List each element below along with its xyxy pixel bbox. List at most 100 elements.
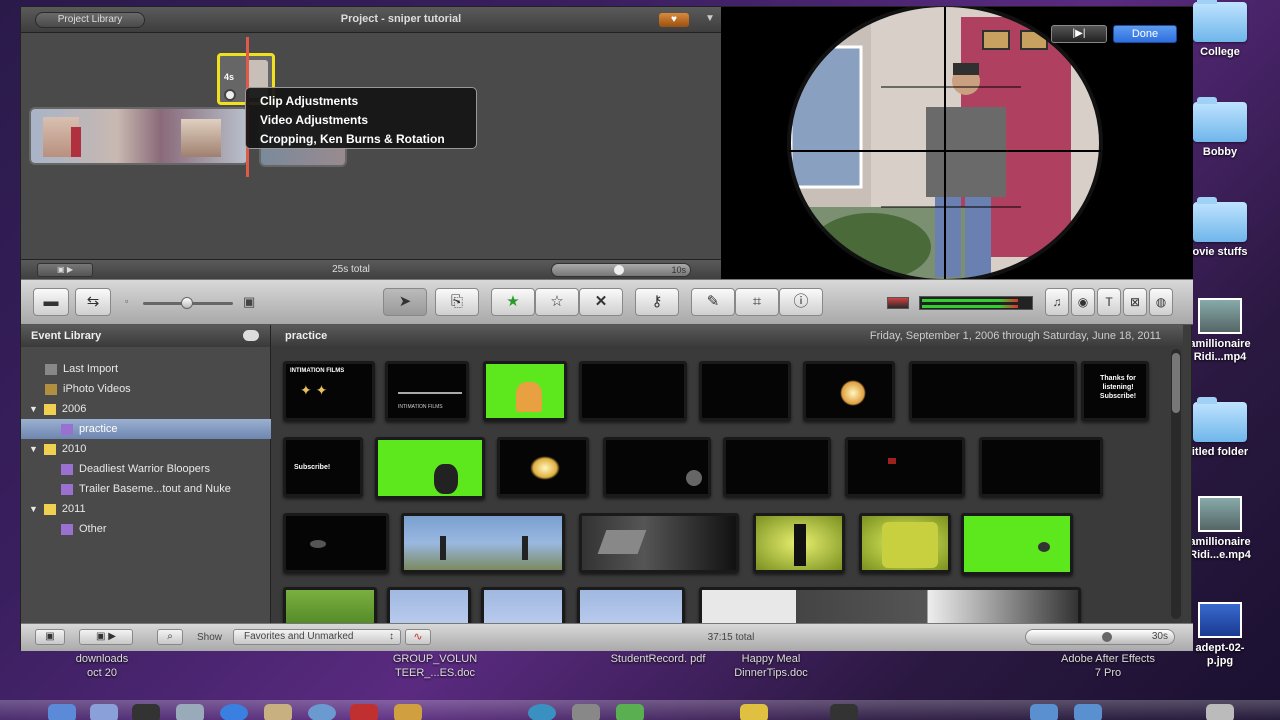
menu-item-video-adjustments[interactable]: Video Adjustments [260, 111, 462, 130]
app-dock-icon[interactable] [830, 704, 858, 720]
event-view-toggle[interactable]: ▣ [35, 629, 65, 645]
event-clip[interactable]: Thanks for listening! Subscribe! [1081, 361, 1149, 421]
clip-action-gear-icon[interactable] [224, 89, 236, 101]
event-clip[interactable]: INTIMATION FILMS ✦ ✦ [283, 361, 375, 421]
reject-button[interactable]: ✕ [579, 288, 623, 316]
app-dock-icon[interactable] [740, 704, 768, 720]
project-zoom-slider[interactable]: 10s [551, 263, 691, 277]
eject-icon[interactable] [243, 330, 259, 341]
trash-dock-icon[interactable] [1206, 704, 1234, 720]
sidebar-item-practice[interactable]: practice [21, 419, 271, 439]
crop-button[interactable]: ⌗ [735, 288, 779, 316]
event-clip[interactable] [283, 587, 377, 623]
app-dock-icon[interactable] [176, 704, 204, 720]
imovie-dock-icon[interactable] [132, 704, 160, 720]
sidebar-item-other[interactable]: Other [21, 519, 271, 539]
app-dock-icon[interactable] [1030, 704, 1058, 720]
disclosure-triangle-icon[interactable]: ▼ [29, 504, 38, 514]
thumbnail-size-slider[interactable]: ▫ ▣ [125, 294, 261, 310]
event-browser-scrollbar[interactable] [1171, 349, 1181, 619]
sidebar-item-last-import[interactable]: Last Import [21, 359, 271, 379]
play-fullscreen-button[interactable]: |▶| [1051, 25, 1107, 43]
mark-favorite-button[interactable]: ★ [491, 288, 535, 316]
app-dock-icon[interactable] [350, 704, 378, 720]
desktop-app-after-effects[interactable]: Adobe After Effects 7 Pro [1060, 652, 1156, 680]
zoom-slider-knob[interactable] [614, 265, 624, 275]
desktop-folder-untitled[interactable]: itled folder [1180, 397, 1260, 458]
event-clip[interactable] [375, 437, 485, 499]
safari-dock-icon[interactable] [220, 704, 248, 720]
slider-knob[interactable] [181, 297, 193, 309]
sidebar-item-iphoto-videos[interactable]: iPhoto Videos [21, 379, 271, 399]
title-browser-button[interactable]: T [1097, 288, 1121, 316]
event-clip[interactable] [481, 587, 565, 623]
app-dock-icon[interactable] [394, 704, 422, 720]
event-clip[interactable] [401, 513, 565, 573]
event-clip[interactable] [579, 361, 687, 421]
event-clip[interactable] [483, 361, 567, 421]
event-clip[interactable] [803, 361, 895, 421]
event-clip[interactable] [859, 513, 951, 573]
event-clip[interactable] [283, 513, 389, 573]
desktop-file-student-record[interactable]: StudentRecord. pdf [608, 652, 708, 666]
event-clip[interactable] [603, 437, 711, 497]
desktop-file-happy-meal[interactable]: Happy Meal DinnerTips.doc [718, 652, 824, 680]
eyedropper-button[interactable]: ✎ [691, 288, 735, 316]
swap-events-button[interactable]: ⇆ [75, 288, 111, 316]
desktop-file-group-volunteer[interactable]: GROUP_VOLUN TEER_...ES.doc [380, 652, 490, 680]
event-clip[interactable] [723, 437, 831, 497]
event-clip[interactable] [845, 437, 965, 497]
music-browser-button[interactable]: ♫ [1045, 288, 1069, 316]
show-filter-select[interactable]: Favorites and Unmarked ↕ [233, 629, 401, 645]
add-to-project-button[interactable]: ⎘ [435, 288, 479, 316]
play-event-button[interactable]: ▣ ▶ [79, 629, 133, 645]
event-clip[interactable] [753, 513, 845, 573]
unmark-button[interactable]: ☆ [535, 288, 579, 316]
app-dock-icon[interactable] [528, 704, 556, 720]
app-dock-icon[interactable] [90, 704, 118, 720]
event-clip[interactable] [961, 513, 1073, 575]
event-clip[interactable] [699, 587, 1081, 623]
voiceover-button[interactable] [887, 297, 909, 309]
transition-browser-button[interactable]: ⊠ [1123, 288, 1147, 316]
event-clip[interactable] [979, 437, 1103, 497]
sidebar-item-2010[interactable]: ▼ 2010 [21, 439, 271, 459]
theme-heart-icon[interactable]: ♥ [659, 13, 689, 27]
app-dock-icon[interactable] [1074, 704, 1102, 720]
app-dock-icon[interactable] [616, 704, 644, 720]
event-clip[interactable] [909, 361, 1077, 421]
menu-item-cropping[interactable]: Cropping, Ken Burns & Rotation [260, 130, 462, 149]
event-clip[interactable]: INTIMATION FILMS [385, 361, 469, 421]
disclosure-triangle-icon[interactable]: ▼ [29, 404, 38, 414]
maps-browser-button[interactable]: ◍ [1149, 288, 1173, 316]
app-dock-icon[interactable] [308, 704, 336, 720]
event-clip[interactable]: Subscribe! [283, 437, 363, 497]
done-button[interactable]: Done [1113, 25, 1177, 43]
sidebar-item-2006[interactable]: ▼ 2006 [21, 399, 271, 419]
zoom-slider-knob[interactable] [1102, 632, 1112, 642]
desktop-file-video-2[interactable]: amillionaire Ridi...e.mp4 [1180, 496, 1260, 562]
photo-browser-button[interactable]: ◉ [1071, 288, 1095, 316]
finder-dock-icon[interactable] [48, 704, 76, 720]
project-view-toggle[interactable]: ▣ ▶ [37, 263, 93, 277]
disclosure-triangle-icon[interactable]: ▼ [29, 444, 38, 454]
sidebar-item-2011[interactable]: ▼ 2011 [21, 499, 271, 519]
event-clip[interactable] [699, 361, 791, 421]
scrollbar-thumb[interactable] [1172, 353, 1180, 413]
camera-import-button[interactable]: ▬ [33, 288, 69, 316]
sidebar-item-trailer-basement[interactable]: Trailer Baseme...tout and Nuke [21, 479, 271, 499]
inspector-button[interactable]: ⓘ [779, 288, 823, 316]
dropdown-arrow-icon[interactable]: ▼ [705, 13, 715, 24]
event-zoom-slider[interactable]: 30s [1025, 629, 1175, 645]
app-dock-icon[interactable] [264, 704, 292, 720]
app-dock-icon[interactable] [572, 704, 600, 720]
event-clip[interactable] [577, 587, 685, 623]
search-button[interactable]: ⌕ [157, 629, 183, 645]
project-clip-strip[interactable] [29, 107, 249, 165]
event-clip[interactable] [579, 513, 739, 573]
sidebar-item-deadliest-warrior[interactable]: Deadliest Warrior Bloopers [21, 459, 271, 479]
audio-waveform-toggle[interactable]: ∿ [405, 629, 431, 645]
event-clip[interactable] [497, 437, 589, 497]
menu-item-clip-adjustments[interactable]: Clip Adjustments [260, 92, 462, 111]
keyword-button[interactable]: ⚷ [635, 288, 679, 316]
